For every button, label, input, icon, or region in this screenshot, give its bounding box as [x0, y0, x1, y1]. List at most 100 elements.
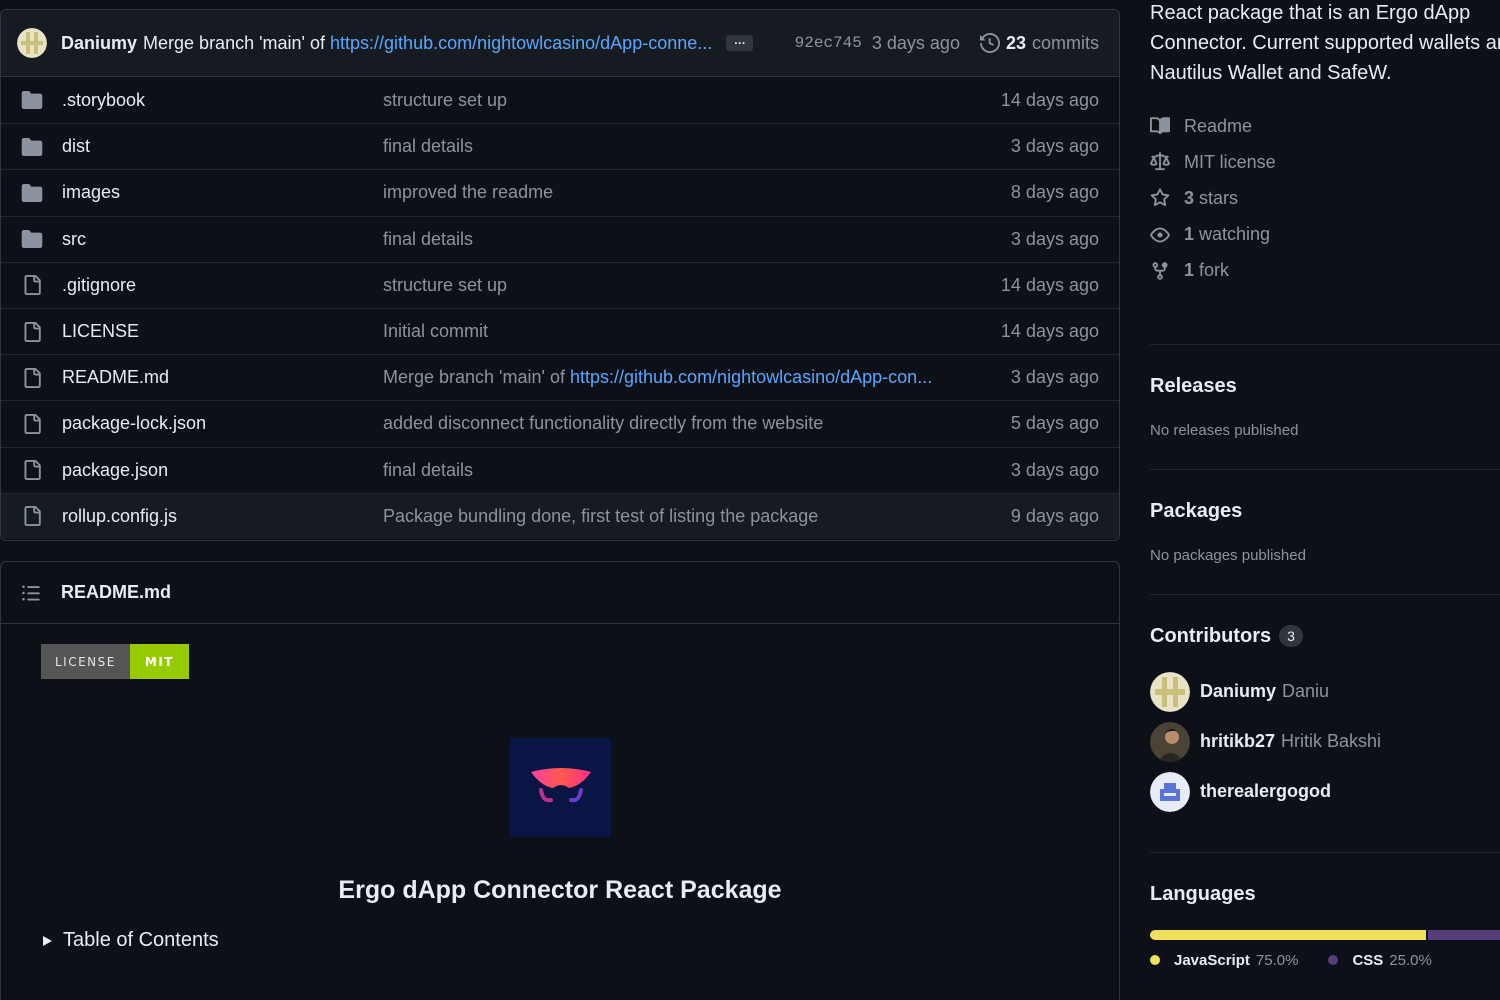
license-link[interactable]: MIT license	[1150, 144, 1500, 180]
file-commit-text[interactable]: final details	[383, 136, 473, 156]
file-commit-message[interactable]: Merge branch 'main' of https://github.co…	[383, 367, 949, 388]
file-row[interactable]: images improved the readme 8 days ago	[1, 169, 1119, 215]
about-line: React package that is an Ergo dApp	[1150, 2, 1471, 24]
file-commit-message[interactable]: Package bundling done, first test of lis…	[383, 506, 949, 527]
file-commit-text[interactable]: structure set up	[383, 275, 507, 295]
forks-link[interactable]: 1 fork	[1150, 253, 1500, 289]
file-commit-text[interactable]: structure set up	[383, 90, 507, 110]
packages-heading-link[interactable]: Packages	[1150, 500, 1242, 523]
file-commit-text[interactable]: Package bundling done, first test of lis…	[383, 506, 818, 526]
contributor-name: Hritik Bakshi	[1281, 731, 1382, 752]
file-commit-message[interactable]: final details	[383, 229, 949, 250]
readme-heading: Ergo dApp Connector React Package	[338, 876, 782, 904]
project-logo	[510, 738, 611, 837]
language-item[interactable]: JavaScript 75.0%	[1150, 952, 1298, 969]
scale-icon	[1150, 152, 1170, 171]
contributor-item[interactable]: Daniumy Daniu	[1150, 671, 1500, 712]
watchers-link[interactable]: 1 watching	[1150, 217, 1500, 253]
contributor-avatar	[1150, 671, 1190, 712]
file-commit-message[interactable]: final details	[383, 136, 949, 157]
languages-section: Languages JavaScript 75.0% CSS 25.0%	[1150, 853, 1500, 999]
file-name-link[interactable]: package.json	[62, 460, 383, 481]
file-icon	[21, 413, 43, 435]
language-item[interactable]: CSS 25.0%	[1328, 951, 1432, 969]
file-row[interactable]: package.json final details 3 days ago	[1, 446, 1119, 493]
latest-commit-bar: Daniumy Merge branch 'main' of https://g…	[1, 10, 1119, 77]
forks-label: fork	[1199, 260, 1230, 281]
file-commit-message[interactable]: added disconnect functionality directly …	[383, 413, 949, 434]
language-name: CSS	[1352, 951, 1384, 969]
file-name-link[interactable]: LICENSE	[62, 321, 383, 342]
commit-message-link[interactable]: https://github.com/nightowlcasino/dApp-c…	[330, 33, 712, 53]
outline-list-icon[interactable]	[21, 583, 41, 603]
language-color-dot	[1150, 955, 1160, 966]
readme-title-link[interactable]: README.md	[61, 582, 171, 603]
file-row[interactable]: .gitignore structure set up 14 days ago	[1, 261, 1119, 308]
table-of-contents-toggle[interactable]: Table of Contents	[41, 929, 219, 952]
releases-section: Releases No releases published	[1150, 345, 1500, 469]
file-row[interactable]: README.md Merge branch 'main' of https://…	[1, 354, 1119, 400]
file-name-link[interactable]: package-lock.json	[62, 413, 383, 434]
about-line: Nautilus Wallet and SafeW.	[1150, 62, 1392, 84]
commit-author-link[interactable]: Daniumy	[61, 33, 137, 54]
file-commit-text[interactable]: improved the readme	[383, 182, 553, 202]
contributor-login: hritikb27	[1200, 731, 1276, 752]
releases-heading-link[interactable]: Releases	[1150, 375, 1237, 398]
triangle-right-icon	[43, 935, 52, 946]
language-bar	[1150, 929, 1500, 940]
contributor-login: Daniumy	[1200, 681, 1277, 702]
packages-empty-text: No packages published	[1150, 546, 1306, 564]
file-name-link[interactable]: .gitignore	[62, 275, 383, 296]
commit-message-text: Merge branch 'main' of	[143, 32, 325, 53]
file-row[interactable]: package-lock.json added disconnect functi…	[1, 400, 1119, 446]
file-name-link[interactable]: images	[62, 182, 383, 203]
file-commit-text[interactable]: Merge branch 'main' of	[383, 367, 565, 387]
file-row[interactable]: LICENSE Initial commit 14 days ago	[1, 307, 1119, 354]
readme-panel: README.md LICENSE MIT Ergo dApp Connecto…	[0, 561, 1120, 1000]
file-name-link[interactable]: src	[62, 229, 383, 250]
file-name-link[interactable]: rollup.config.js	[62, 506, 383, 527]
stars-link[interactable]: 3 stars	[1150, 180, 1500, 216]
file-commit-message[interactable]: final details	[383, 460, 949, 481]
stars-count: 3	[1184, 187, 1195, 208]
about-description: React package that is an Ergo dApp Conne…	[1150, 0, 1500, 88]
file-row[interactable]: dist final details 3 days ago	[1, 123, 1119, 169]
file-list: .storybook structure set up 14 days ago dis…	[1, 77, 1119, 539]
file-commit-message[interactable]: Initial commit	[383, 321, 949, 342]
folder-icon	[21, 136, 43, 158]
readme-link[interactable]: Readme	[1150, 108, 1500, 144]
file-icon	[21, 367, 43, 389]
file-commit-link[interactable]: https://github.com/nightowlcasino/dApp-c…	[570, 367, 932, 387]
file-commit-text[interactable]: Initial commit	[383, 321, 488, 341]
file-row[interactable]: rollup.config.js Package bundling done, f…	[1, 492, 1119, 539]
contributors-heading-link[interactable]: Contributors	[1150, 625, 1271, 648]
license-badge[interactable]: LICENSE MIT	[41, 644, 189, 679]
file-name-link[interactable]: dist	[62, 136, 383, 157]
language-percent: 25.0%	[1389, 951, 1432, 969]
commit-sha-link[interactable]: 92ec745	[795, 34, 862, 52]
commits-history-link[interactable]: 23 commits	[979, 33, 1099, 54]
languages-heading: Languages	[1150, 882, 1256, 905]
file-commit-message[interactable]: structure set up	[383, 275, 949, 296]
language-percent: 75.0%	[1255, 951, 1299, 969]
file-commit-age: 5 days ago	[1010, 413, 1099, 434]
folder-icon	[21, 89, 43, 111]
file-commit-text[interactable]: added disconnect functionality directly …	[383, 413, 823, 433]
contributor-item[interactable]: therealergogod	[1150, 771, 1500, 812]
readme-header: README.md	[1, 562, 1119, 624]
file-row[interactable]: .storybook structure set up 14 days ago	[1, 77, 1119, 123]
file-commit-message[interactable]: improved the readme	[383, 182, 949, 203]
file-commit-text[interactable]: final details	[383, 229, 473, 249]
file-commit-message[interactable]: structure set up	[383, 90, 949, 111]
file-row[interactable]: src final details 3 days ago	[1, 215, 1119, 262]
eye-icon	[1150, 227, 1170, 243]
author-avatar[interactable]	[17, 28, 47, 58]
contributor-avatar	[1150, 721, 1190, 762]
contributor-item[interactable]: hritikb27 Hritik Bakshi	[1150, 721, 1500, 762]
expand-commit-button[interactable]: …	[726, 34, 754, 51]
file-name-link[interactable]: README.md	[62, 367, 383, 388]
file-commit-age: 9 days ago	[1010, 505, 1099, 526]
watchers-count: 1	[1184, 224, 1195, 245]
file-commit-text[interactable]: final details	[383, 460, 473, 480]
file-name-link[interactable]: .storybook	[62, 90, 383, 111]
